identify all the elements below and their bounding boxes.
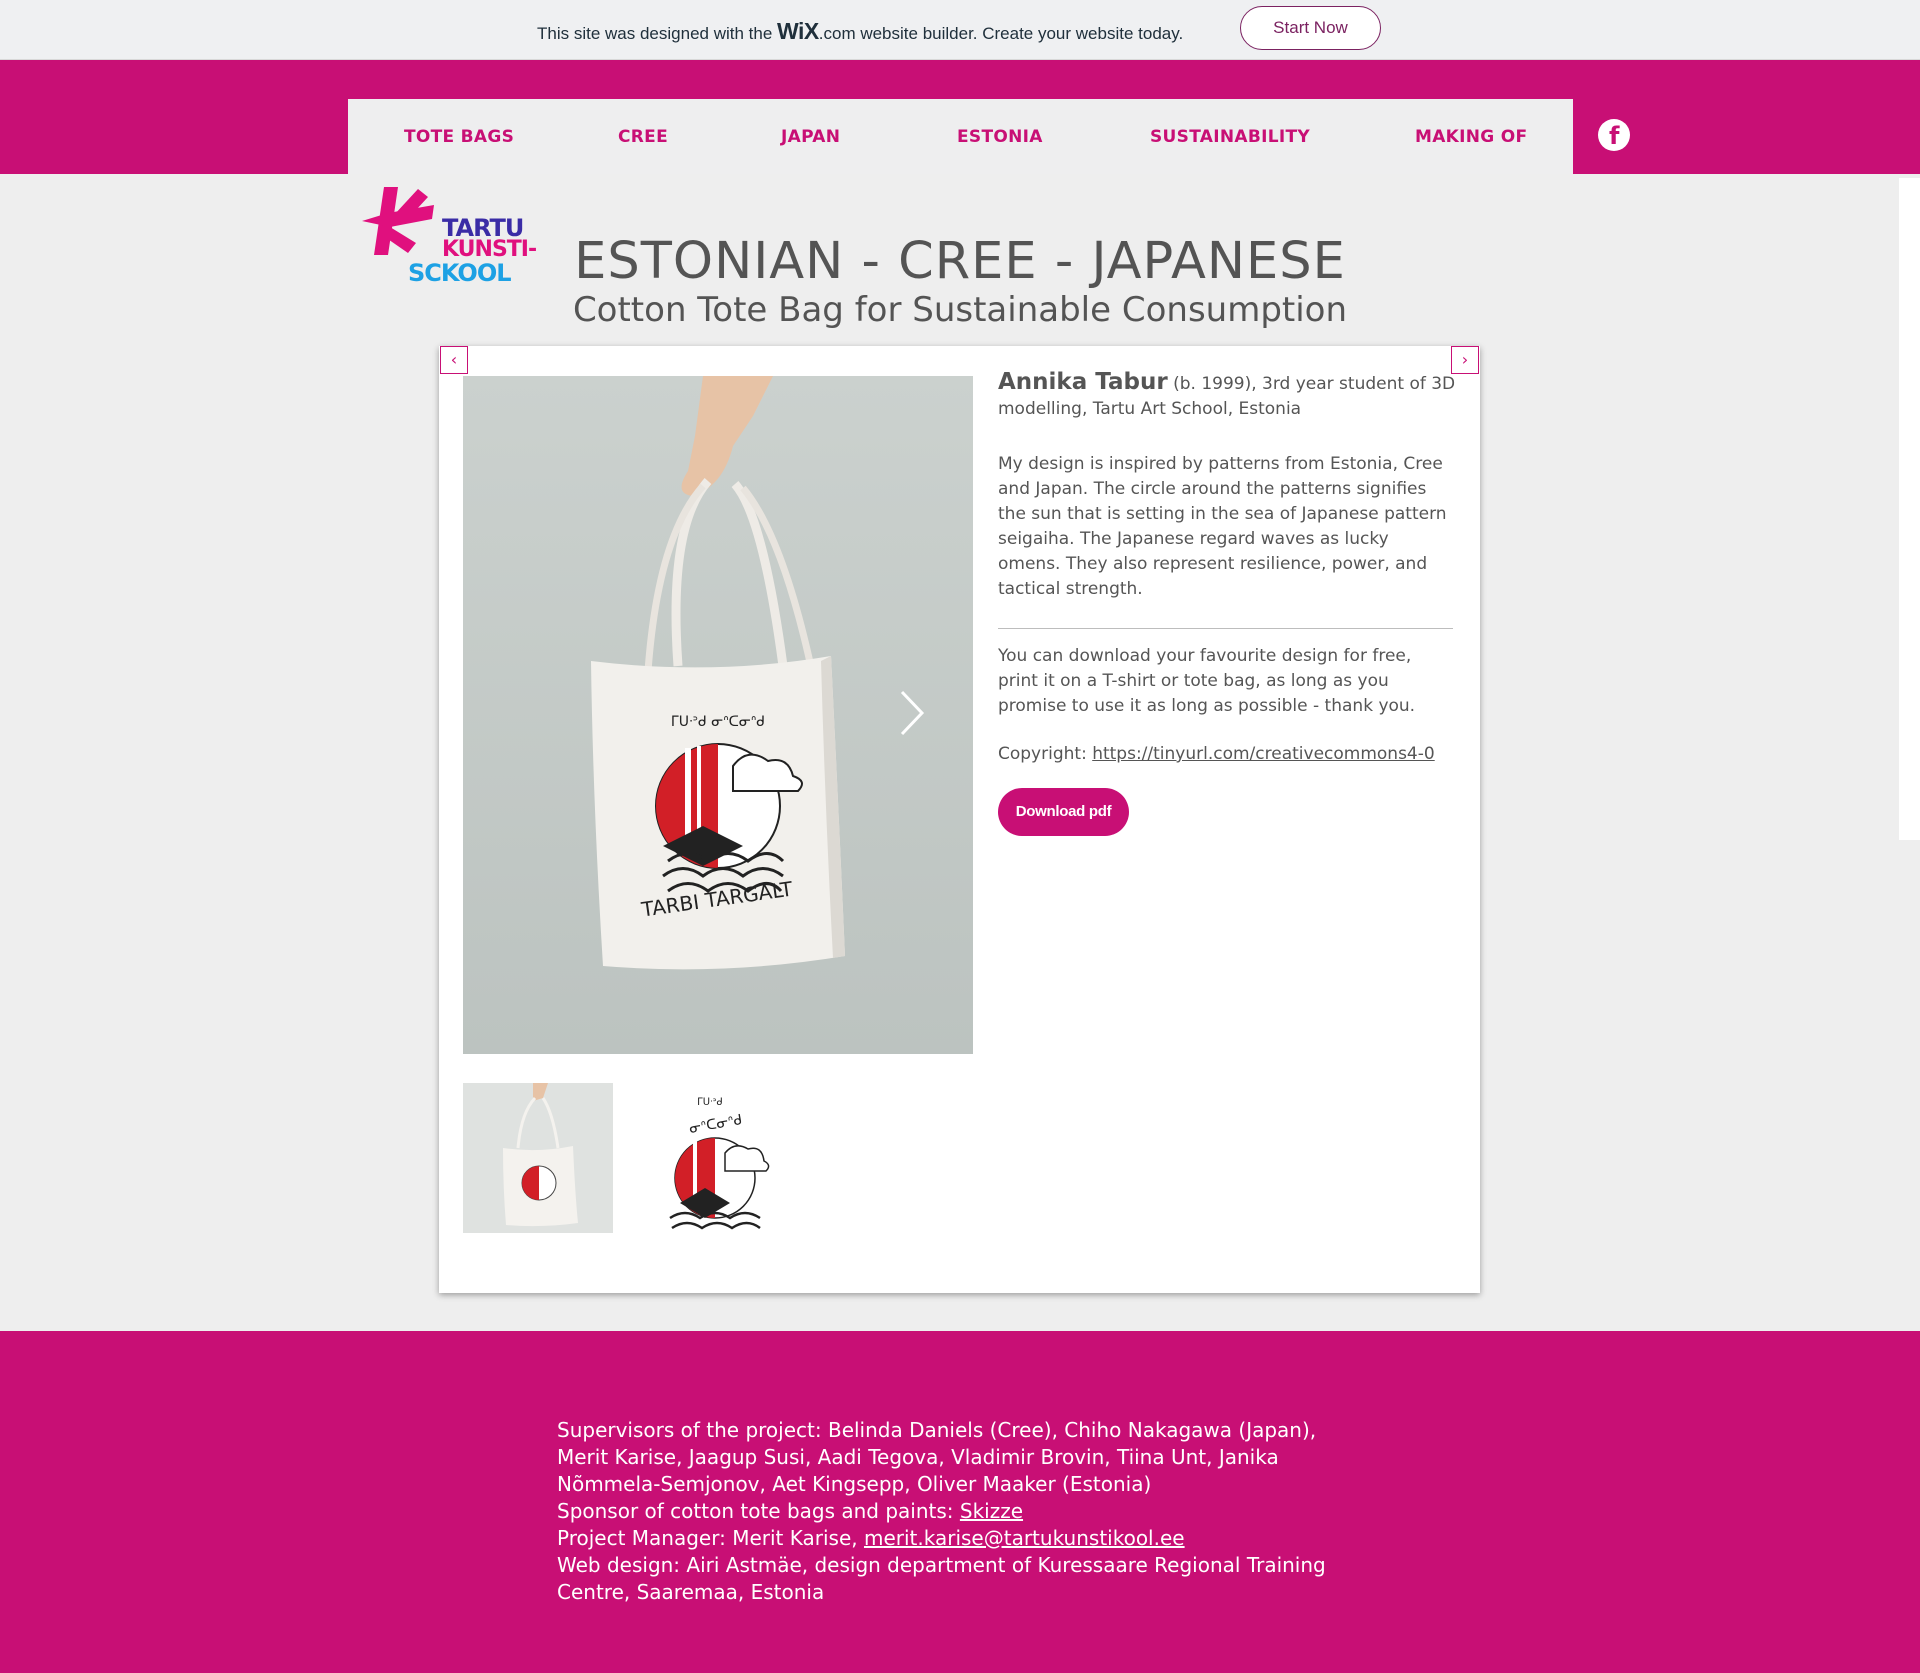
footer-sponsor-label: Sponsor of cotton tote bags and paints:	[557, 1499, 960, 1523]
thumbnail-tote-bag[interactable]	[463, 1083, 613, 1233]
footer-sponsor: Sponsor of cotton tote bags and paints: …	[557, 1498, 1367, 1525]
footer-supervisors: Supervisors of the project: Belinda Dani…	[557, 1418, 1317, 1496]
wix-banner-message: This site was designed with the WiX.com …	[537, 18, 1183, 45]
gallery-next-icon[interactable]	[894, 688, 928, 738]
artist-info: Annika Tabur (b. 1999), 3rd year student…	[998, 369, 1458, 764]
facebook-icon[interactable]: f	[1598, 119, 1630, 151]
footer-manager-label: Project Manager: Merit Karise,	[557, 1526, 864, 1550]
logo-line-3: SCKOOL	[408, 259, 512, 287]
artist-name: Annika Tabur	[998, 369, 1168, 395]
svg-text:ᒥᑌᐧᐣᑯ ᓂᐢᑕᓂᐢᑯ: ᒥᑌᐧᐣᑯ ᓂᐢᑕᓂᐢᑯ	[671, 714, 765, 730]
nav-item-sustainability[interactable]: SUSTAINABILITY	[1150, 127, 1310, 147]
nav-item-cree[interactable]: CREE	[618, 127, 668, 147]
artist-description: My design is inspired by patterns from E…	[998, 454, 1447, 599]
site-footer: Supervisors of the project: Belinda Dani…	[0, 1331, 1920, 1673]
page-title: ESTONIAN - CREE - JAPANESE	[574, 232, 1346, 291]
footer-web-design: Web design: Airi Astmäe, design departme…	[557, 1553, 1326, 1604]
wix-banner-text-before: This site was designed with the	[537, 24, 778, 43]
main-nav: TOTE BAGS CREE JAPAN ESTONIA SUSTAINABIL…	[348, 99, 1573, 174]
nav-item-making-of[interactable]: MAKING OF	[1415, 127, 1527, 147]
download-pdf-button[interactable]: Download pdf	[998, 788, 1129, 836]
wix-logo[interactable]: WiX	[777, 18, 819, 44]
copyright-label: Copyright:	[998, 744, 1093, 764]
footer-text: Supervisors of the project: Belinda Dani…	[557, 1417, 1367, 1606]
nav-item-estonia[interactable]: ESTONIA	[957, 127, 1043, 147]
chevron-left-icon[interactable]: ‹	[440, 346, 468, 374]
thumbnail-tote-bag-image	[463, 1083, 613, 1233]
thumbnail-design[interactable]: ᒥᑌᐧᐣᑯ ᓂᐢᑕᓂᐢᑯ	[640, 1083, 790, 1233]
manager-email-link[interactable]: merit.karise@tartukunstikool.ee	[864, 1526, 1185, 1550]
wix-banner: This site was designed with the WiX.com …	[0, 0, 1920, 60]
svg-text:ᒥᑌᐧᐣᑯ: ᒥᑌᐧᐣᑯ	[697, 1097, 723, 1108]
divider	[998, 628, 1453, 629]
copyright-link[interactable]: https://tinyurl.com/creativecommons4-0	[1092, 744, 1435, 764]
start-now-button[interactable]: Start Now	[1240, 6, 1381, 50]
footer-manager: Project Manager: Merit Karise, merit.kar…	[557, 1525, 1367, 1552]
tartu-kunstikool-logo[interactable]: TARTU KUNSTI- SCKOOL	[358, 185, 543, 287]
page-subtitle: Cotton Tote Bag for Sustainable Consumpt…	[572, 290, 1348, 330]
copyright: Copyright: https://tinyurl.com/creativec…	[998, 742, 1435, 767]
wix-banner-text-after: .com website builder. Create your websit…	[818, 24, 1184, 43]
sponsor-link[interactable]: Skizze	[960, 1499, 1023, 1523]
download-note: You can download your favourite design f…	[998, 646, 1416, 716]
k-logo-icon	[362, 187, 434, 255]
nav-item-tote-bags[interactable]: TOTE BAGS	[404, 127, 514, 147]
thumbnail-design-image: ᒥᑌᐧᐣᑯ ᓂᐢᑕᓂᐢᑯ	[640, 1083, 790, 1233]
nav-item-japan[interactable]: JAPAN	[781, 127, 840, 147]
side-strip	[1899, 178, 1920, 840]
